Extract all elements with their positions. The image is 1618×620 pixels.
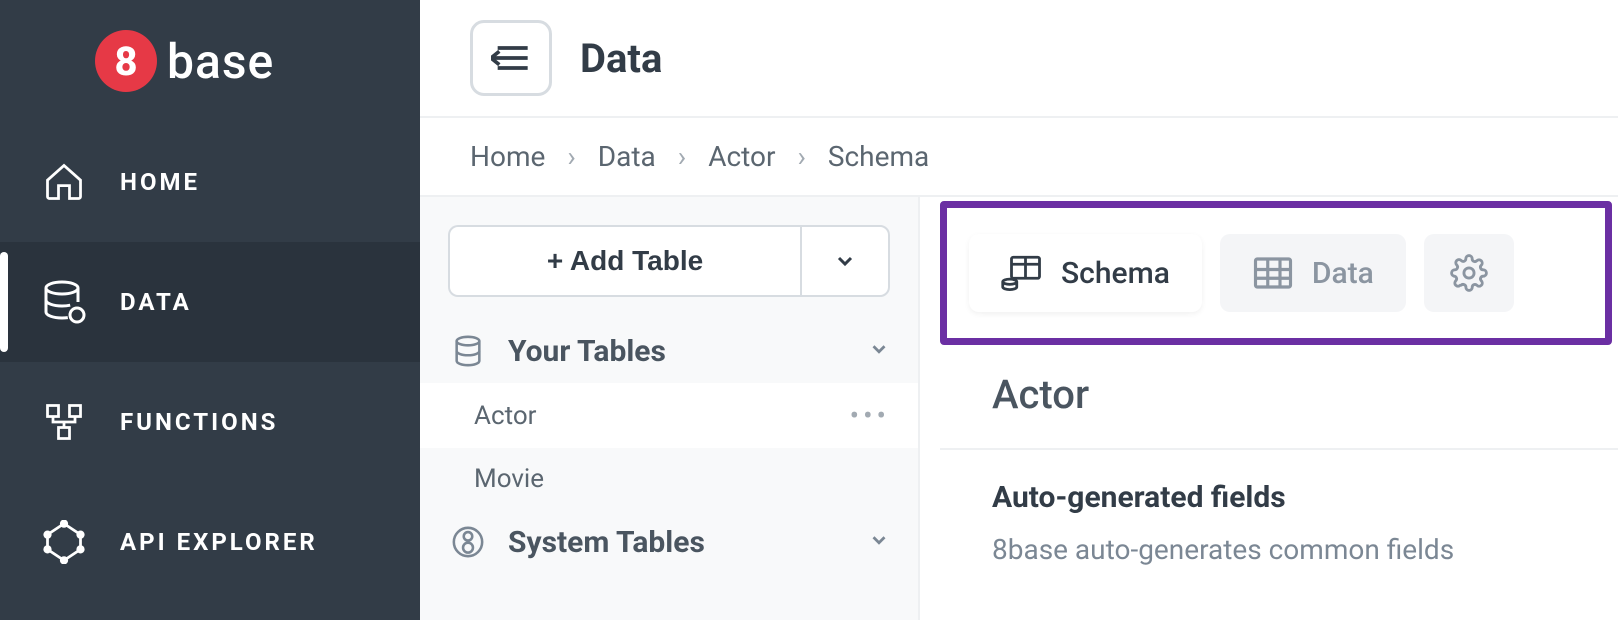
sidebar-item-home[interactable]: HOME (0, 122, 420, 242)
content: + Add Table Your Tables Actor ••• Mov (420, 197, 1618, 620)
sidebar-item-label: FUNCTIONS (120, 408, 278, 436)
breadcrumb-home[interactable]: Home (470, 140, 545, 173)
your-tables-section[interactable]: Your Tables (420, 319, 918, 383)
add-table-row: + Add Table (448, 225, 890, 297)
sidebar-item-label: DATA (120, 288, 192, 316)
tables-panel: + Add Table Your Tables Actor ••• Mov (420, 197, 920, 620)
your-tables-label: Your Tables (508, 334, 848, 369)
main: Data Home › Data › Actor › Schema + Add … (420, 0, 1618, 620)
home-icon (40, 158, 88, 206)
functions-icon (40, 398, 88, 446)
detail-panel: Schema Data Actor Auto-generated fields … (920, 197, 1618, 620)
auto-generated-fields-heading: Auto-generated fields (992, 480, 1618, 515)
tab-label: Data (1312, 256, 1374, 291)
chevron-down-icon (868, 338, 890, 364)
breadcrumb-schema: Schema (828, 140, 929, 173)
table-item-menu-button[interactable]: ••• (850, 399, 890, 432)
database-icon (448, 331, 488, 371)
eightbase-icon (448, 522, 488, 562)
database-icon (40, 278, 88, 326)
brand-logo: 8 base (0, 0, 420, 122)
tab-settings[interactable] (1424, 234, 1514, 312)
tab-data[interactable]: Data (1220, 234, 1406, 312)
add-table-dropdown-button[interactable] (800, 225, 890, 297)
table-heading: Actor (992, 371, 1618, 418)
gear-icon (1448, 252, 1490, 294)
table-grid-icon (1252, 252, 1294, 294)
schema-icon (1001, 252, 1043, 294)
table-item-actor[interactable]: Actor ••• (420, 383, 918, 448)
sidebar-item-label: HOME (120, 168, 200, 196)
table-item-label: Actor (474, 401, 536, 431)
collapse-icon (491, 41, 531, 75)
brand-badge-icon: 8 (95, 30, 157, 92)
topbar: Data (420, 0, 1618, 118)
tab-schema[interactable]: Schema (969, 234, 1202, 312)
divider (940, 448, 1618, 450)
api-explorer-icon (40, 518, 88, 566)
tabs-highlight: Schema Data (940, 201, 1612, 345)
sidebar: 8 base HOME DATA FUNCTIONS API EXPLORER (0, 0, 420, 620)
collapse-sidebar-button[interactable] (470, 20, 552, 96)
chevron-right-icon: › (797, 140, 805, 173)
breadcrumb-actor[interactable]: Actor (708, 140, 775, 173)
brand-name: base (167, 33, 274, 90)
table-item-label: Movie (474, 464, 544, 494)
chevron-right-icon: › (567, 140, 575, 173)
add-table-button[interactable]: + Add Table (448, 225, 800, 297)
chevron-down-icon (833, 249, 857, 273)
table-item-movie[interactable]: Movie (420, 448, 918, 510)
chevron-right-icon: › (678, 140, 686, 173)
system-tables-label: System Tables (508, 525, 848, 560)
breadcrumb: Home › Data › Actor › Schema (420, 118, 1618, 197)
sidebar-item-functions[interactable]: FUNCTIONS (0, 362, 420, 482)
sidebar-item-data[interactable]: DATA (0, 242, 420, 362)
page-title: Data (580, 35, 662, 82)
chevron-down-icon (868, 529, 890, 555)
system-tables-section[interactable]: System Tables (420, 510, 918, 574)
auto-generated-fields-description: 8base auto-generates common fields (992, 533, 1618, 566)
breadcrumb-data[interactable]: Data (598, 140, 656, 173)
tab-label: Schema (1061, 256, 1170, 291)
sidebar-item-api-explorer[interactable]: API EXPLORER (0, 482, 420, 602)
sidebar-item-label: API EXPLORER (120, 528, 318, 556)
